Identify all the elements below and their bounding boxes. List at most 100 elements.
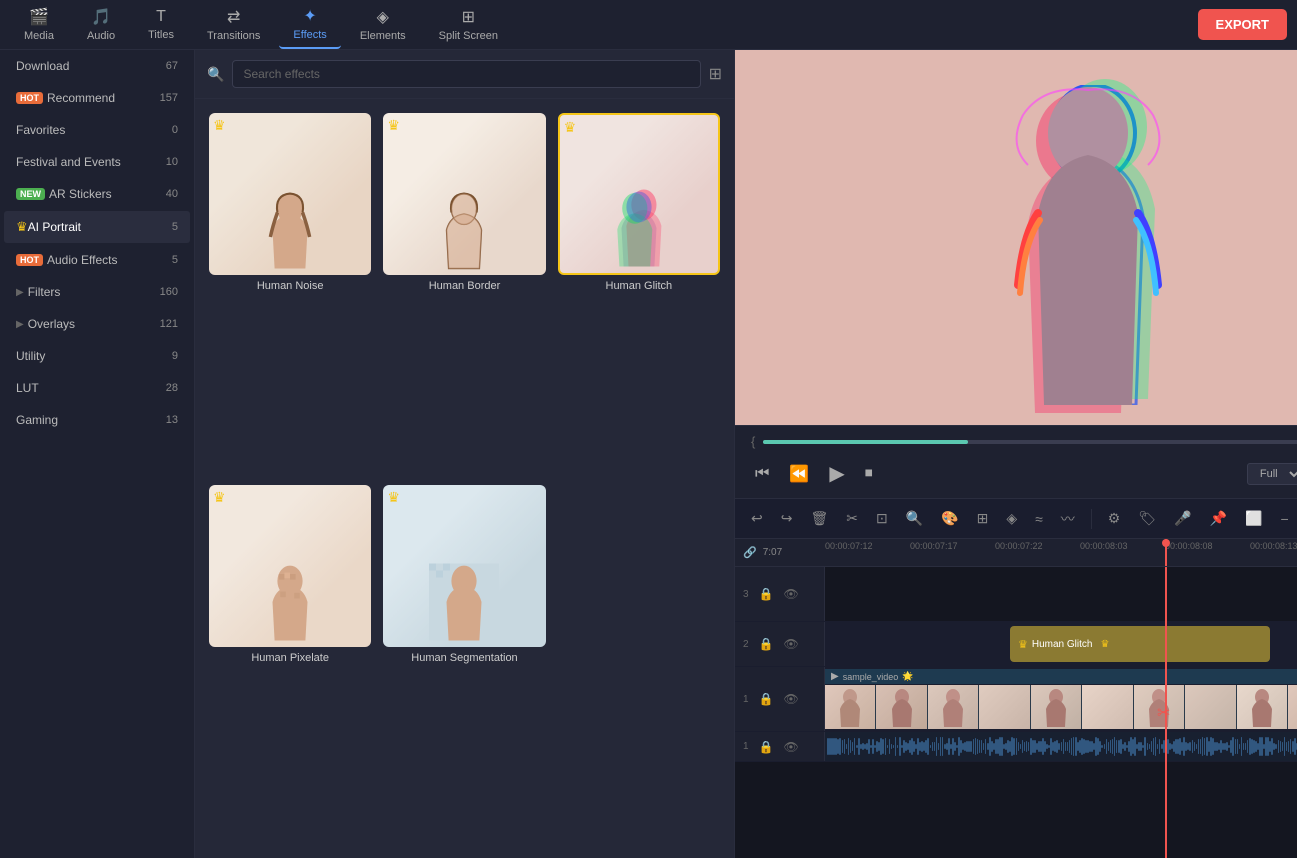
track-lock-1[interactable]: 🔒 [757,690,776,708]
undo-button[interactable]: ↩ [745,506,769,531]
track-visibility-1[interactable]: 👁 [782,690,801,708]
player-controls: { } 00:00:08:05 ⏮ ⏪ ▶ ⏹ Full 1/2 1/4 🖥 [735,425,1297,498]
marker-button[interactable]: ◈ [1000,506,1023,531]
preview-area [735,50,1297,425]
sidebar-item-favorites[interactable]: Favorites 0 [4,115,190,145]
audio-wave-button[interactable]: 〰 [1055,505,1081,533]
search-input[interactable] [232,60,700,88]
effect-name: Human Glitch [558,280,720,292]
sidebar-item-audio-effects[interactable]: HOT Audio Effects 5 [4,245,190,275]
skip-back-button[interactable]: ⏮ [751,461,773,487]
bookmark-button[interactable]: 🏷 [1132,506,1162,531]
track-visibility-3[interactable]: 👁 [782,585,801,603]
mic-button[interactable]: 🎤 [1168,506,1197,531]
progress-track[interactable] [763,440,1297,444]
separator [1091,509,1092,529]
effect-card-human-noise[interactable]: ♛ Human Noise [209,113,371,473]
timeline-right-controls: ⚙ 🏷 🎤 📌 ⬜ − + ⏸ [1102,506,1297,531]
delete-button[interactable]: 🗑 [804,506,834,531]
sidebar-item-download[interactable]: Download 67 [4,51,190,81]
crown-badge: ♛ [213,489,226,506]
step-back-button[interactable]: ⏪ [785,460,813,488]
track-row-effect: 2 🔒 👁 ♛ Human Glitch ♛ [735,622,1297,667]
track-label-2: 2 [743,639,749,650]
track-lock-3[interactable]: 🔒 [757,585,776,603]
audio-adjust-button[interactable]: ≈ [1029,507,1049,531]
nav-item-effects[interactable]: ✦ Effects [279,0,340,49]
nav-item-elements[interactable]: ◈ Elements [346,1,420,48]
track-controls-3: 3 🔒 👁 [735,567,825,621]
caption-button[interactable]: ⬜ [1239,506,1268,531]
progress-fill [763,440,967,444]
left-sidebar: Download 67 HOT Recommend 157 Favorites … [0,50,195,858]
track-label-audio: 1 [743,741,749,752]
sidebar-item-ai-portrait[interactable]: ♛ AI Portrait 5 [4,211,190,243]
settings-button[interactable]: ⚙ [1102,506,1127,531]
stop-button[interactable]: ⏹ [861,461,877,487]
sidebar-item-lut[interactable]: LUT 28 [4,373,190,403]
video-clip-icon: 🌟 [902,671,913,682]
ruler-time: 7:07 [763,547,782,558]
ruler-mark: 00:00:08:13 [1250,541,1297,551]
track-visibility-audio[interactable]: 👁 [782,738,801,756]
track-visibility-2[interactable]: 👁 [782,635,801,653]
crown-badge: ♛ [387,117,400,134]
track-controls-video: 1 🔒 👁 [735,667,825,731]
top-nav: 🎬 Media 🎵 Audio T Titles ⇄ Transitions ✦… [0,0,1297,50]
effect-clip[interactable]: ♛ Human Glitch ♛ [1010,626,1270,662]
color-button[interactable]: 🎨 [935,506,964,531]
zoom-in-button[interactable]: 🔍 [900,506,929,531]
crown-badge: ♛ [387,489,400,506]
sidebar-item-recommend[interactable]: HOT Recommend 157 [4,83,190,113]
ruler-mark: 00:00:07:17 [910,541,958,551]
transform-button[interactable]: ⊞ [971,506,995,531]
sidebar-item-overlays[interactable]: ▶ Overlays 121 [4,309,190,339]
play-button[interactable]: ▶ [825,457,848,490]
transitions-icon: ⇄ [227,7,240,27]
playback-controls: ⏮ ⏪ ▶ ⏹ Full 1/2 1/4 🖥 📷 🔊 ⛶ [751,457,1297,490]
sticker-button[interactable]: 📌 [1204,506,1233,531]
sidebar-item-ar-stickers[interactable]: NEW AR Stickers 40 [4,179,190,209]
track-controls-effect: 2 🔒 👁 [735,622,825,666]
link-icon[interactable]: 🔗 [743,546,757,559]
sidebar-item-festival[interactable]: Festival and Events 10 [4,147,190,177]
track-area-effect: ♛ Human Glitch ♛ [825,622,1297,666]
grid-toggle-icon[interactable]: ⊞ [709,64,722,84]
crown-badge: ♛ [213,117,226,134]
nav-item-audio[interactable]: 🎵 Audio [73,1,129,48]
quality-select[interactable]: Full 1/2 1/4 [1247,463,1297,485]
effect-clip-label: Human Glitch [1032,639,1093,650]
sidebar-item-gaming[interactable]: Gaming 13 [4,405,190,435]
nav-item-transitions[interactable]: ⇄ Transitions [193,1,274,48]
effect-card-human-pixelate[interactable]: ♛ Human Pixelate [209,485,371,845]
effect-card-human-glitch[interactable]: ♛ Human Glitch [558,113,720,473]
effect-card-human-segmentation[interactable]: ♛ Human Segmentation [383,485,545,845]
track-area-3 [825,567,1297,621]
sidebar-item-filters[interactable]: ▶ Filters 160 [4,277,190,307]
sidebar-item-utility[interactable]: Utility 9 [4,341,190,371]
progress-bar[interactable]: { } 00:00:08:05 [751,434,1297,449]
zoom-out-timeline[interactable]: − [1274,507,1294,531]
timeline-content: ✂ 3 🔒 👁 2 🔒 👁 [735,567,1297,858]
track-lock-audio[interactable]: 🔒 [757,738,776,756]
export-button[interactable]: EXPORT [1198,9,1287,40]
cut-button[interactable]: ✂ [840,506,864,531]
crop-button[interactable]: ⊡ [870,506,894,531]
track-row-video: 1 🔒 👁 ▶ sample_video 🌟 [735,667,1297,732]
media-icon: 🎬 [29,7,49,27]
redo-button[interactable]: ↪ [775,506,799,531]
video-play-icon: ▶ [831,671,839,682]
ruler-mark: 00:00:07:12 [825,541,873,551]
timeline-toolbar: ↩ ↪ 🗑 ✂ ⊡ 🔍 🎨 ⊞ ◈ ≈ 〰 ⚙ 🏷 🎤 📌 ⬜ − [735,499,1297,539]
nav-item-titles[interactable]: T Titles [134,2,188,47]
bracket-start-icon[interactable]: { [751,434,755,449]
search-bar: 🔍 ⊞ [195,50,734,99]
ruler-ticks: 00:00:07:12 00:00:07:17 00:00:07:22 00:0… [825,539,1297,567]
effect-card-human-border[interactable]: ♛ Human Border [383,113,545,473]
search-icon: 🔍 [207,66,224,83]
nav-item-media[interactable]: 🎬 Media [10,1,68,48]
nav-item-split-screen[interactable]: ⊞ Split Screen [425,1,512,48]
track-lock-2[interactable]: 🔒 [757,635,776,653]
track-area-video[interactable]: ▶ sample_video 🌟 [825,667,1297,731]
ruler-mark: 00:00:08:08 [1165,541,1213,551]
